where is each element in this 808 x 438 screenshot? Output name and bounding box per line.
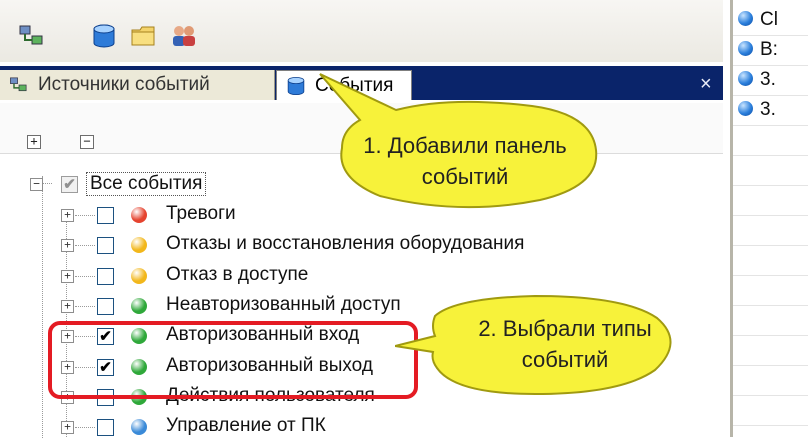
tree-connector: [75, 427, 95, 428]
expand-icon[interactable]: +: [61, 300, 74, 313]
event-type-checkbox[interactable]: [97, 298, 114, 315]
tree-item-label[interactable]: Отказы и восстановления оборудования: [166, 233, 524, 255]
toolbar: [0, 0, 723, 62]
selection-highlight-frame: [48, 321, 418, 399]
event-icon: [738, 71, 753, 86]
event-type-checkbox[interactable]: [97, 419, 114, 436]
event-list-row[interactable]: [733, 396, 808, 426]
callout-text-1: 1. Добавили панель событий: [363, 133, 567, 189]
event-list-row[interactable]: [733, 246, 808, 276]
tree-item-label[interactable]: Тревоги: [166, 203, 236, 225]
event-list-row[interactable]: [733, 186, 808, 216]
event-list-text: B:: [760, 39, 778, 60]
tree-connector: [75, 245, 95, 246]
status-dot-icon: [131, 207, 147, 223]
expand-icon[interactable]: +: [61, 209, 74, 222]
callout-text-2: 2. Выбрали типы событий: [478, 316, 652, 372]
expand-icon[interactable]: +: [61, 239, 74, 252]
event-list-row[interactable]: [733, 276, 808, 306]
network-source-icon: [10, 77, 27, 92]
event-list-row[interactable]: [733, 126, 808, 156]
expand-icon[interactable]: +: [61, 421, 74, 434]
tab-label: Источники событий: [38, 74, 210, 95]
event-list-row[interactable]: [733, 336, 808, 366]
event-type-checkbox[interactable]: [97, 237, 114, 254]
event-type-checkbox[interactable]: [97, 268, 114, 285]
tree-connector: [42, 176, 43, 438]
event-list-row[interactable]: [733, 156, 808, 186]
event-icon: [738, 41, 753, 56]
event-icon: [738, 11, 753, 26]
tree-connector: [75, 306, 95, 307]
event-icon: [738, 101, 753, 116]
tree-item-label[interactable]: Неавторизованный доступ: [166, 294, 401, 316]
tree-root-label[interactable]: Все события: [86, 172, 207, 196]
tree-item-label[interactable]: Управление от ПК: [166, 415, 326, 437]
tree-connector: [75, 215, 95, 216]
tab-event-sources[interactable]: Источники событий: [0, 70, 275, 100]
folder-icon[interactable]: [130, 22, 158, 50]
tree-connector: [75, 276, 95, 277]
event-list-row[interactable]: [733, 366, 808, 396]
users-icon[interactable]: [170, 22, 198, 50]
network-source-icon[interactable]: [18, 22, 46, 50]
tree-item-label[interactable]: Отказ в доступе: [166, 264, 308, 286]
close-icon[interactable]: ×: [700, 72, 712, 96]
event-list-text: 3.: [760, 99, 776, 120]
expand-all-button[interactable]: +: [27, 135, 41, 149]
event-type-checkbox[interactable]: [97, 207, 114, 224]
database-icon[interactable]: [90, 22, 118, 50]
status-dot-icon: [131, 237, 147, 253]
event-list-text: 3.: [760, 69, 776, 90]
event-list-row[interactable]: [733, 216, 808, 246]
collapse-all-button[interactable]: −: [80, 135, 94, 149]
collapse-icon[interactable]: −: [30, 178, 43, 191]
status-dot-icon: [131, 268, 147, 284]
status-dot-icon: [131, 419, 147, 435]
status-dot-icon: [131, 298, 147, 314]
event-list-row[interactable]: [733, 306, 808, 336]
event-list-text: Cl: [760, 9, 778, 30]
root-checkbox[interactable]: ✔: [61, 176, 78, 193]
expand-icon[interactable]: +: [61, 270, 74, 283]
